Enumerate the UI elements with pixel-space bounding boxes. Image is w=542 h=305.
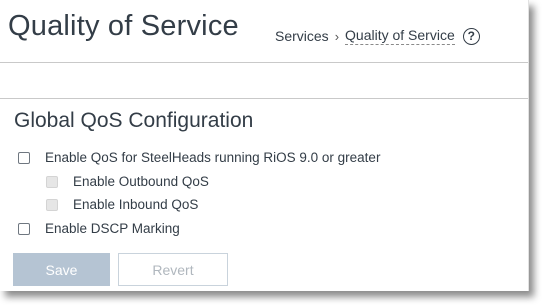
- global-qos-panel: Global QoS Configuration Enable QoS for …: [0, 99, 528, 291]
- save-button[interactable]: Save: [13, 253, 110, 286]
- page-title: Quality of Service: [8, 10, 239, 42]
- qos-page: Quality of Service Services › Quality of…: [0, 0, 529, 291]
- help-icon[interactable]: ?: [462, 27, 480, 45]
- inbound-qos-label: Enable Inbound QoS: [73, 197, 199, 212]
- outbound-qos-checkbox: [46, 175, 58, 188]
- breadcrumb: Services › Quality of Service ?: [275, 27, 480, 45]
- section-title: Global QoS Configuration: [14, 109, 254, 132]
- dscp-marking-label: Enable DSCP Marking: [45, 221, 180, 236]
- enable-qos-label: Enable QoS for SteelHeads running RiOS 9…: [45, 150, 381, 165]
- enable-qos-checkbox[interactable]: [18, 151, 30, 164]
- page-header: Quality of Service Services › Quality of…: [0, 0, 528, 63]
- option-inbound-qos: Enable Inbound QoS: [46, 197, 198, 212]
- option-dscp-marking[interactable]: Enable DSCP Marking: [18, 221, 180, 236]
- breadcrumb-services-link[interactable]: Services: [275, 28, 329, 44]
- toolbar-band: [0, 63, 528, 99]
- inbound-qos-checkbox: [46, 198, 58, 211]
- breadcrumb-separator: ›: [334, 28, 340, 44]
- option-outbound-qos: Enable Outbound QoS: [46, 174, 209, 189]
- revert-button[interactable]: Revert: [118, 253, 228, 286]
- option-enable-qos[interactable]: Enable QoS for SteelHeads running RiOS 9…: [18, 150, 380, 165]
- outbound-qos-label: Enable Outbound QoS: [73, 174, 209, 189]
- dscp-marking-checkbox[interactable]: [18, 222, 30, 235]
- breadcrumb-current: Quality of Service: [345, 27, 455, 45]
